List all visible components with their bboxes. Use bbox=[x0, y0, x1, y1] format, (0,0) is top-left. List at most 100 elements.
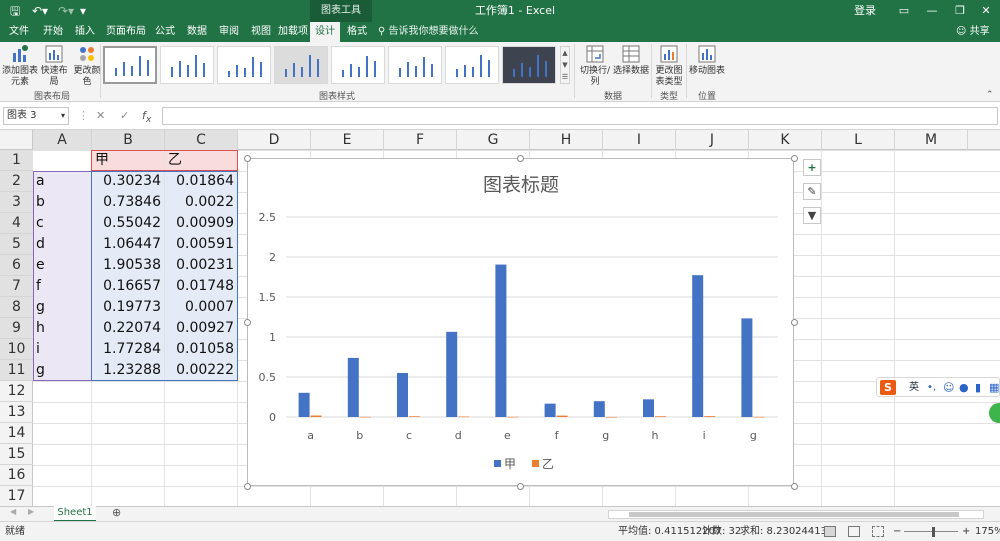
chart-elements-plus-icon[interactable]: + bbox=[803, 159, 821, 176]
chart-filter-icon[interactable]: ▼ bbox=[803, 207, 821, 224]
restore-icon[interactable]: ❐ bbox=[946, 0, 974, 22]
new-sheet-plus-icon[interactable]: ⊕ bbox=[112, 506, 121, 519]
row-header-16[interactable]: 16 bbox=[0, 465, 33, 486]
chart-style-3[interactable] bbox=[217, 46, 271, 84]
column-header-e[interactable]: E bbox=[311, 130, 384, 150]
row-header-12[interactable]: 12 bbox=[0, 381, 33, 402]
ime-lang-indicator[interactable]: 英 bbox=[909, 380, 919, 395]
resize-handle-r[interactable] bbox=[791, 319, 798, 326]
zoom-level[interactable]: 175% bbox=[975, 522, 1000, 541]
select-data-button[interactable]: 选择数据 bbox=[613, 44, 649, 77]
chart-styles-brush-icon[interactable]: ✎ bbox=[803, 183, 821, 200]
cancel-icon[interactable]: ✕ bbox=[96, 107, 105, 125]
chart-style-5[interactable] bbox=[331, 46, 385, 84]
column-header-a[interactable]: A bbox=[33, 130, 92, 150]
close-icon[interactable]: ✕ bbox=[972, 0, 1000, 22]
row-header-13[interactable]: 13 bbox=[0, 402, 33, 423]
row-header-5[interactable]: 5 bbox=[0, 234, 33, 255]
tell-me-search[interactable]: ⚲ 告诉我你想要做什么 bbox=[378, 22, 479, 42]
tab-design[interactable]: 设计 bbox=[310, 22, 340, 42]
tab-view[interactable]: 视图 bbox=[246, 22, 276, 42]
column-header-m[interactable]: M bbox=[895, 130, 968, 150]
styles-scroll-icon[interactable]: ▲ ▼ ☰ bbox=[560, 46, 570, 84]
save-icon[interactable]: 🖫 bbox=[10, 3, 20, 19]
sheet-tab-sheet1[interactable]: Sheet1 bbox=[54, 506, 96, 522]
tab-format[interactable]: 格式 bbox=[342, 22, 372, 42]
horizontal-scroll-thumb[interactable] bbox=[629, 512, 959, 517]
name-box[interactable]: 图表 3 ▾ bbox=[3, 107, 69, 125]
resize-handle-bl[interactable] bbox=[244, 483, 251, 490]
row-header-4[interactable]: 4 bbox=[0, 213, 33, 234]
chart-style-2[interactable] bbox=[160, 46, 214, 84]
row-header-2[interactable]: 2 bbox=[0, 171, 33, 192]
chart-style-8[interactable] bbox=[502, 46, 556, 84]
row-header-6[interactable]: 6 bbox=[0, 255, 33, 276]
row-header-15[interactable]: 15 bbox=[0, 444, 33, 465]
emoji-icon[interactable]: ☺ bbox=[943, 380, 954, 395]
column-header-i[interactable]: I bbox=[603, 130, 676, 150]
login-button[interactable]: 登录 bbox=[854, 0, 876, 22]
chart-style-1[interactable] bbox=[103, 46, 157, 84]
ime-toolbar[interactable]: S 英 •, ☺ ● ▮ ▦ bbox=[876, 377, 1000, 397]
tab-addins[interactable]: 加载项 bbox=[276, 22, 310, 42]
zoom-out-icon[interactable]: − bbox=[893, 522, 901, 541]
add-chart-element-button[interactable]: 添加图表元素 bbox=[2, 44, 38, 88]
row-header-11[interactable]: 11 bbox=[0, 360, 33, 381]
punctuation-icon[interactable]: •, bbox=[927, 380, 936, 395]
formula-input[interactable] bbox=[162, 107, 998, 125]
zoom-slider[interactable] bbox=[904, 531, 958, 532]
resize-handle-tr[interactable] bbox=[791, 155, 798, 162]
chart-style-7[interactable] bbox=[445, 46, 499, 84]
scroll-sheets-right-icon[interactable]: ▶ bbox=[28, 507, 34, 516]
scroll-sheets-left-icon[interactable]: ◀ bbox=[10, 507, 16, 516]
tab-review[interactable]: 审阅 bbox=[214, 22, 244, 42]
column-header-j[interactable]: J bbox=[676, 130, 749, 150]
column-header-f[interactable]: F bbox=[384, 130, 457, 150]
ribbon-display-options-icon[interactable]: ▭ bbox=[890, 0, 918, 22]
page-layout-view-icon[interactable] bbox=[848, 526, 860, 537]
chart-style-4[interactable] bbox=[274, 46, 328, 84]
collapse-ribbon-icon[interactable]: ⌃ bbox=[986, 90, 994, 100]
move-chart-button[interactable]: 移动图表 bbox=[689, 44, 725, 77]
column-header-c[interactable]: C bbox=[165, 130, 238, 150]
switch-row-column-button[interactable]: 切换行/列 bbox=[577, 44, 613, 88]
select-all-corner[interactable] bbox=[0, 130, 33, 150]
minimize-icon[interactable]: — bbox=[918, 0, 946, 22]
quick-layout-button[interactable]: 快速布局 bbox=[38, 44, 70, 88]
row-header-8[interactable]: 8 bbox=[0, 297, 33, 318]
zoom-slider-thumb[interactable] bbox=[932, 527, 935, 537]
voice-icon[interactable]: ● bbox=[959, 380, 969, 395]
chart-object[interactable]: 图表标题 0 0.5 1 1.5 2 2.5 a b c d e f g h i g 甲 乙 bbox=[247, 158, 794, 486]
chart-style-6[interactable] bbox=[388, 46, 442, 84]
change-colors-button[interactable]: 更改颜色 bbox=[72, 44, 102, 88]
resize-handle-l[interactable] bbox=[244, 319, 251, 326]
tab-data[interactable]: 数据 bbox=[182, 22, 212, 42]
horizontal-scrollbar[interactable] bbox=[608, 510, 984, 519]
undo-icon[interactable]: ↶▾ bbox=[32, 3, 48, 19]
column-header-g[interactable]: G bbox=[457, 130, 530, 150]
tab-file[interactable]: 文件 bbox=[4, 22, 34, 42]
resize-handle-b[interactable] bbox=[517, 483, 524, 490]
tab-formulas[interactable]: 公式 bbox=[150, 22, 180, 42]
row-header-7[interactable]: 7 bbox=[0, 276, 33, 297]
row-header-3[interactable]: 3 bbox=[0, 192, 33, 213]
tab-insert[interactable]: 插入 bbox=[70, 22, 100, 42]
resize-handle-t[interactable] bbox=[517, 155, 524, 162]
row-header-14[interactable]: 14 bbox=[0, 423, 33, 444]
enter-check-icon[interactable]: ✓ bbox=[120, 107, 129, 125]
column-header-l[interactable]: L bbox=[822, 130, 895, 150]
row-header-1[interactable]: 1 bbox=[0, 150, 33, 171]
customize-toolbar-icon[interactable]: ▾ bbox=[80, 3, 86, 19]
column-header-d[interactable]: D bbox=[238, 130, 311, 150]
resize-handle-tl[interactable] bbox=[244, 155, 251, 162]
redo-icon[interactable]: ↷▾ bbox=[58, 3, 74, 19]
row-header-17[interactable]: 17 bbox=[0, 486, 33, 507]
zoom-in-icon[interactable]: + bbox=[962, 522, 970, 541]
mic-icon[interactable]: ▮ bbox=[975, 380, 981, 395]
row-header-10[interactable]: 10 bbox=[0, 339, 33, 360]
normal-view-icon[interactable] bbox=[824, 526, 836, 537]
column-header-h[interactable]: H bbox=[530, 130, 603, 150]
share-button[interactable]: ☺ 共享 bbox=[956, 22, 990, 42]
insert-function-icon[interactable]: fx bbox=[142, 107, 151, 129]
change-chart-type-button[interactable]: 更改图表类型 bbox=[654, 44, 684, 88]
